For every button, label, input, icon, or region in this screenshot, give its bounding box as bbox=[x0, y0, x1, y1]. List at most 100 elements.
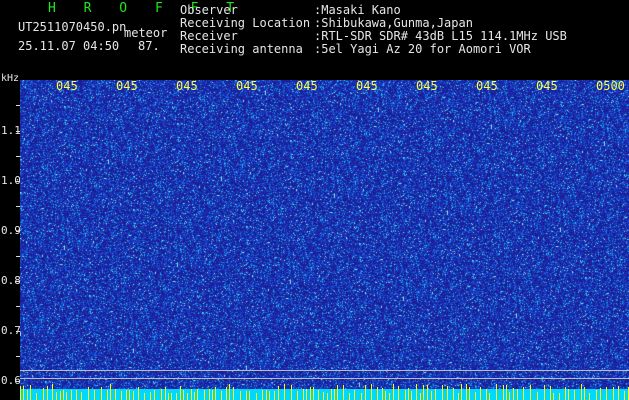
observation-datetime: 25.11.07 04:50 bbox=[18, 39, 120, 53]
signal-marker bbox=[420, 393, 421, 400]
signal-marker bbox=[226, 387, 227, 400]
signal-marker bbox=[256, 393, 257, 400]
signal-marker bbox=[447, 386, 448, 400]
signal-marker bbox=[36, 393, 37, 400]
signal-marker bbox=[327, 393, 328, 400]
signal-marker bbox=[66, 392, 67, 400]
signal-marker bbox=[165, 387, 166, 400]
signal-marker bbox=[101, 387, 102, 400]
file-name: UT2511070450.pn bbox=[18, 20, 127, 34]
signal-marker bbox=[382, 388, 383, 400]
time-label: 045 bbox=[476, 79, 498, 93]
signal-marker bbox=[209, 389, 210, 400]
signal-marker bbox=[27, 390, 28, 400]
reference-line bbox=[20, 370, 629, 371]
signal-marker bbox=[249, 391, 250, 400]
signal-marker bbox=[115, 389, 116, 400]
signal-marker bbox=[506, 385, 507, 400]
signal-marker bbox=[318, 390, 319, 400]
reference-line bbox=[20, 378, 629, 379]
signal-marker bbox=[52, 384, 53, 400]
time-label: 045 bbox=[176, 79, 198, 93]
signal-marker bbox=[365, 385, 366, 400]
signal-marker bbox=[565, 387, 566, 400]
signal-marker bbox=[246, 391, 247, 400]
signal-marker bbox=[337, 385, 338, 400]
signal-marker bbox=[269, 391, 270, 400]
signal-marker bbox=[544, 385, 545, 400]
time-label: 045 bbox=[236, 79, 258, 93]
signal-marker bbox=[144, 393, 145, 400]
signal-marker bbox=[349, 393, 350, 400]
time-label: 045 bbox=[416, 79, 438, 93]
info-key: Receiving antenna bbox=[180, 42, 303, 56]
signal-marker bbox=[154, 390, 155, 400]
time-label: 045 bbox=[56, 79, 78, 93]
signal-marker bbox=[221, 391, 222, 400]
signal-marker bbox=[523, 387, 524, 400]
info-value: :5el Yagi Az 20 for Aomori VOR bbox=[314, 42, 531, 56]
signal-marker bbox=[606, 387, 607, 400]
spectrogram-noise bbox=[20, 80, 629, 400]
signal-marker bbox=[197, 389, 198, 400]
signal-marker bbox=[618, 386, 619, 400]
signal-marker bbox=[323, 392, 324, 400]
signal-marker bbox=[240, 391, 241, 400]
signal-marker bbox=[176, 393, 177, 400]
signal-marker bbox=[56, 392, 57, 400]
time-label: 045 bbox=[356, 79, 378, 93]
signal-marker bbox=[306, 389, 307, 400]
signal-marker bbox=[150, 392, 151, 400]
level-value: 87. bbox=[138, 39, 160, 53]
signal-marker bbox=[76, 390, 77, 400]
signal-marker bbox=[435, 389, 436, 400]
signal-marker bbox=[480, 387, 481, 400]
signal-marker bbox=[496, 384, 497, 400]
header-panel: H R O F F T UT2511070450.pn meteor 25.11… bbox=[0, 0, 629, 80]
signal-marker bbox=[334, 389, 335, 400]
detection-mode: meteor bbox=[124, 26, 168, 40]
signal-marker bbox=[461, 384, 462, 400]
signal-marker bbox=[503, 385, 504, 400]
signal-marker bbox=[274, 391, 275, 400]
signal-marker bbox=[168, 393, 169, 400]
signal-marker bbox=[284, 384, 285, 400]
signal-marker bbox=[613, 387, 614, 400]
signal-marker bbox=[475, 392, 476, 400]
signal-marker bbox=[411, 391, 412, 400]
signal-marker bbox=[416, 384, 417, 400]
signal-marker bbox=[212, 390, 213, 400]
signal-marker bbox=[60, 391, 61, 400]
signal-marker bbox=[303, 389, 304, 400]
signal-marker bbox=[517, 389, 518, 400]
signal-marker bbox=[442, 385, 443, 400]
signal-marker bbox=[596, 390, 597, 400]
spectrogram-panel: 045 045 045 045 045 045 045 045 045 0500 bbox=[20, 80, 629, 400]
signal-marker bbox=[624, 391, 625, 400]
signal-marker bbox=[204, 390, 205, 400]
signal-marker bbox=[138, 387, 139, 400]
signal-marker bbox=[486, 389, 487, 400]
signal-marker bbox=[110, 384, 111, 400]
signal-marker bbox=[513, 388, 514, 400]
signal-marker bbox=[537, 392, 538, 400]
signal-marker bbox=[453, 388, 454, 400]
signal-marker bbox=[278, 386, 279, 400]
signal-marker bbox=[574, 390, 575, 400]
signal-marker bbox=[389, 393, 390, 400]
time-label: 045 bbox=[116, 79, 138, 93]
signal-marker bbox=[408, 388, 409, 400]
signal-marker bbox=[553, 393, 554, 400]
signal-marker bbox=[431, 391, 432, 400]
signal-marker bbox=[469, 387, 470, 400]
signal-marker bbox=[393, 384, 394, 400]
signal-marker bbox=[229, 384, 230, 400]
signal-marker bbox=[405, 390, 406, 400]
signal-marker bbox=[297, 391, 298, 400]
time-label: 045 bbox=[296, 79, 318, 93]
signal-marker bbox=[343, 385, 344, 400]
signal-marker bbox=[354, 390, 355, 400]
signal-marker bbox=[589, 393, 590, 400]
signal-marker bbox=[331, 389, 332, 400]
signal-marker bbox=[63, 390, 64, 400]
